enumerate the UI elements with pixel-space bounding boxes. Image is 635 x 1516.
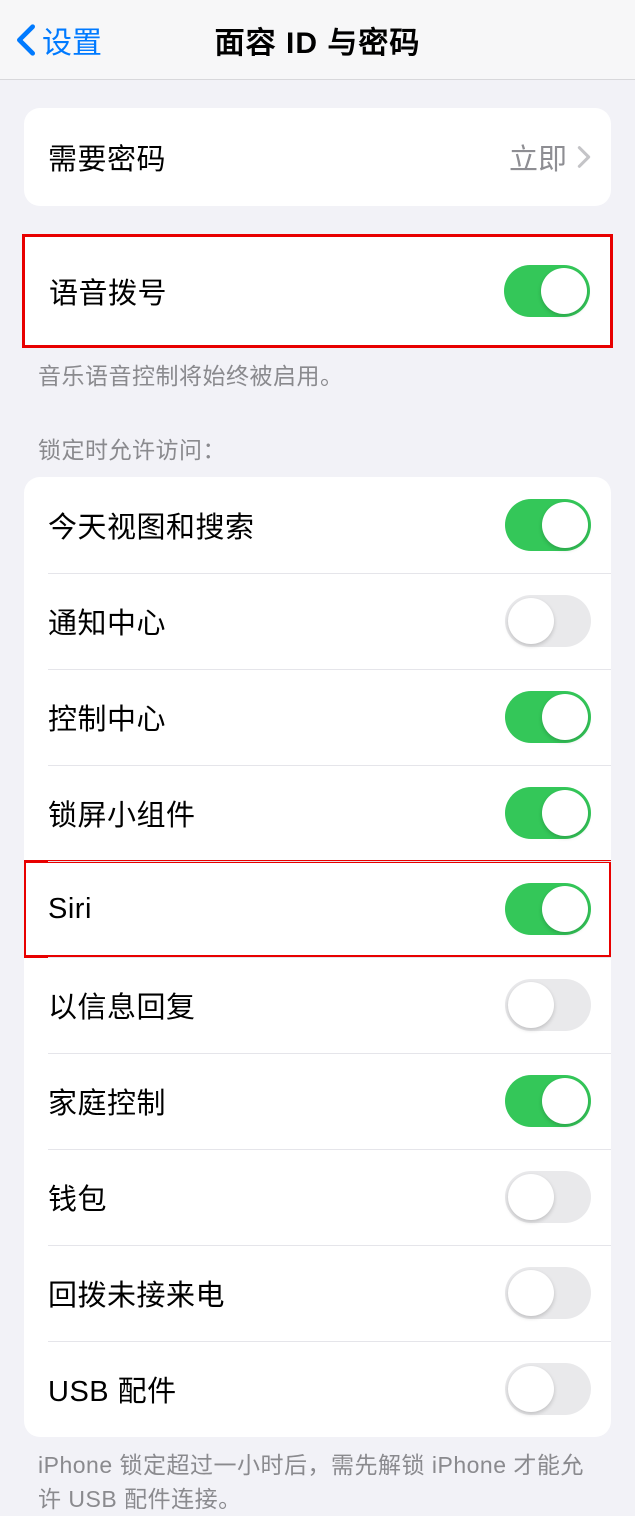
chevron-left-icon — [16, 23, 36, 57]
access-label-control-center: 控制中心 — [48, 696, 166, 738]
access-row-reply-with-message: 以信息回复 — [24, 957, 611, 1053]
toggle-knob — [508, 1174, 554, 1220]
access-toggle-control-center[interactable] — [505, 691, 591, 743]
access-row-notification-center: 通知中心 — [24, 573, 611, 669]
toggle-knob — [508, 598, 554, 644]
access-row-return-missed-calls: 回拨未接来电 — [24, 1245, 611, 1341]
page-title: 面容 ID 与密码 — [215, 18, 421, 62]
access-row-lockscreen-widgets: 锁屏小组件 — [24, 765, 611, 861]
access-toggle-notification-center[interactable] — [505, 595, 591, 647]
access-row-control-center: 控制中心 — [24, 669, 611, 765]
access-row-today-view-search: 今天视图和搜索 — [24, 477, 611, 573]
voice-dial-label: 语音拨号 — [49, 270, 167, 312]
access-row-wallet: 钱包 — [24, 1149, 611, 1245]
access-toggle-return-missed-calls[interactable] — [505, 1267, 591, 1319]
back-label: 设置 — [42, 18, 102, 62]
access-label-usb-accessories: USB 配件 — [48, 1368, 177, 1410]
toggle-knob — [542, 886, 588, 932]
require-passcode-label: 需要密码 — [48, 136, 166, 178]
access-footer: iPhone 锁定超过一小时后，需先解锁 iPhone 才能允许 USB 配件连… — [38, 1449, 597, 1516]
access-label-lockscreen-widgets: 锁屏小组件 — [48, 792, 196, 834]
access-toggle-home-control[interactable] — [505, 1075, 591, 1127]
access-label-today-view-search: 今天视图和搜索 — [48, 504, 255, 546]
voice-dial-toggle[interactable] — [504, 265, 590, 317]
toggle-knob — [542, 502, 588, 548]
toggle-knob — [542, 790, 588, 836]
require-passcode-group: 需要密码 立即 — [24, 108, 611, 206]
chevron-right-icon — [577, 145, 591, 169]
access-header: 锁定时允许访问： — [38, 431, 597, 465]
toggle-knob — [508, 1366, 554, 1412]
content: 需要密码 立即 语音拨号 音乐语音控制将始终被启用。 锁定时允许访问： 今天视图… — [0, 108, 635, 1516]
toggle-knob — [508, 1270, 554, 1316]
access-toggle-wallet[interactable] — [505, 1171, 591, 1223]
access-row-home-control: 家庭控制 — [24, 1053, 611, 1149]
access-toggle-reply-with-message[interactable] — [505, 979, 591, 1031]
back-button[interactable]: 设置 — [16, 18, 102, 62]
access-label-siri: Siri — [48, 893, 92, 926]
require-passcode-value: 立即 — [509, 136, 591, 178]
toggle-knob — [542, 1078, 588, 1124]
toggle-knob — [542, 694, 588, 740]
access-label-return-missed-calls: 回拨未接来电 — [48, 1272, 225, 1314]
voice-dial-footer: 音乐语音控制将始终被启用。 — [38, 360, 597, 393]
access-toggle-usb-accessories[interactable] — [505, 1363, 591, 1415]
access-toggle-today-view-search[interactable] — [505, 499, 591, 551]
access-group: 今天视图和搜索通知中心控制中心锁屏小组件 Siri 以信息回复家庭控制钱包回拨未接来… — [24, 477, 611, 1437]
access-row-siri: Siri — [24, 861, 611, 957]
navbar: 设置 面容 ID 与密码 — [0, 0, 635, 80]
require-passcode-row[interactable]: 需要密码 立即 — [24, 108, 611, 206]
access-label-notification-center: 通知中心 — [48, 600, 166, 642]
voice-dial-group: 语音拨号 — [22, 234, 613, 348]
access-row-usb-accessories: USB 配件 — [24, 1341, 611, 1437]
access-label-wallet: 钱包 — [48, 1176, 107, 1218]
require-passcode-value-text: 立即 — [509, 136, 567, 178]
voice-dial-row: 语音拨号 — [25, 237, 610, 345]
toggle-knob — [508, 982, 554, 1028]
access-toggle-lockscreen-widgets[interactable] — [505, 787, 591, 839]
access-label-home-control: 家庭控制 — [48, 1080, 166, 1122]
access-label-reply-with-message: 以信息回复 — [48, 984, 196, 1026]
access-toggle-siri[interactable] — [505, 883, 591, 935]
toggle-knob — [541, 268, 587, 314]
